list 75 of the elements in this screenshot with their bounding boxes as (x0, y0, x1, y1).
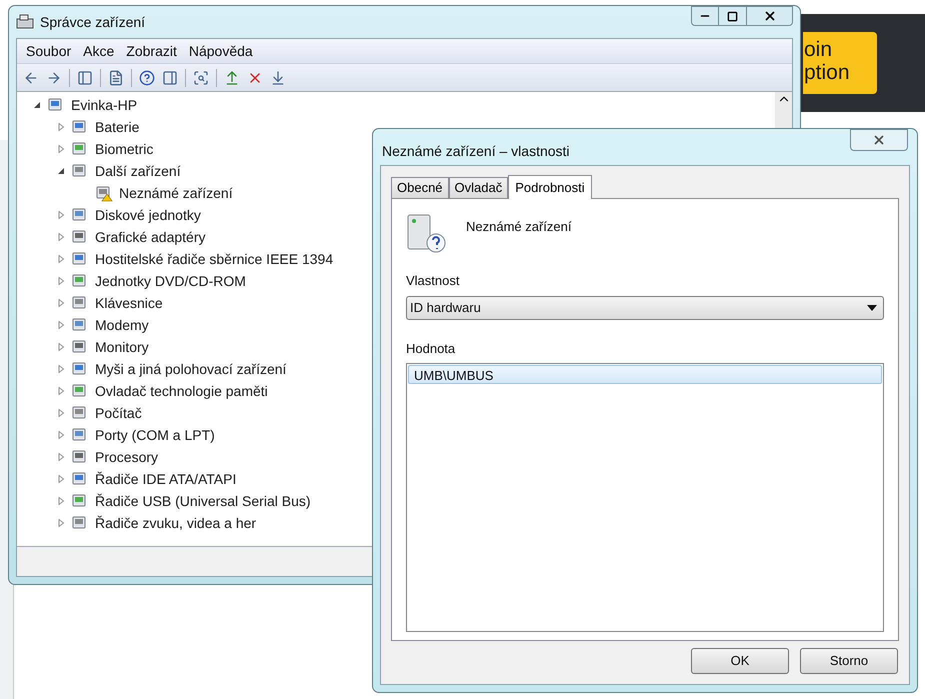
collapsed-triangle-icon[interactable] (57, 453, 65, 461)
tree-item[interactable]: Řadiče IDE ATA/ATAPI (95, 468, 236, 490)
ad-text: ption (804, 61, 851, 84)
close-button[interactable] (747, 6, 793, 26)
maximize-icon (727, 10, 738, 22)
window-title: Správce zařízení (40, 12, 146, 32)
tab[interactable]: Ovladač (448, 177, 508, 198)
device-warning-icon (95, 184, 113, 202)
scan-icon[interactable] (193, 70, 209, 86)
panel-icon[interactable] (162, 70, 178, 86)
tree-item[interactable]: Myši a jiná polohovací zařízení (95, 358, 286, 380)
tree-item[interactable]: Evinka-HP (71, 94, 138, 116)
collapsed-triangle-icon[interactable] (57, 211, 65, 219)
tree-item[interactable]: Porty (COM a LPT) (95, 424, 215, 446)
value-item[interactable]: UMB\UMBUS (408, 365, 882, 384)
collapsed-triangle-icon[interactable] (57, 475, 65, 483)
help-icon[interactable] (139, 70, 155, 86)
expanded-triangle-icon[interactable] (33, 101, 41, 109)
computer-icon (16, 14, 34, 30)
collapsed-triangle-icon[interactable] (57, 497, 65, 505)
tree-item[interactable]: Další zařízení (95, 160, 181, 182)
tree-item[interactable]: Baterie (95, 116, 140, 138)
tree-item[interactable]: Neznámé zařízení (119, 182, 233, 204)
tree-item[interactable]: Počítač (95, 402, 142, 424)
collapsed-triangle-icon[interactable] (57, 321, 65, 329)
tree-item[interactable]: Biometric (95, 138, 154, 160)
value-label: Hodnota (406, 340, 456, 358)
collapsed-triangle-icon[interactable] (57, 123, 65, 131)
up-arrow-icon[interactable] (224, 70, 240, 86)
tree-item[interactable]: Řadiče zvuku, videa a her (95, 512, 256, 534)
close-icon (872, 133, 886, 147)
close-icon (762, 9, 776, 23)
menu-item[interactable]: Zobrazit (120, 40, 183, 62)
property-dropdown[interactable]: ID hardwaru (406, 296, 884, 320)
tree-item[interactable]: Grafické adaptéry (95, 226, 206, 248)
collapsed-triangle-icon[interactable] (57, 519, 65, 527)
minimize-button[interactable] (691, 6, 719, 26)
cancel-button[interactable]: Storno (800, 648, 898, 674)
tree-item[interactable]: Jednotky DVD/CD-ROM (95, 270, 246, 292)
collapsed-triangle-icon[interactable] (57, 255, 65, 263)
collapsed-triangle-icon[interactable] (57, 409, 65, 417)
tab[interactable]: Obecné (391, 177, 449, 198)
dialog-title: Neznámé zařízení – vlastnosti (382, 142, 570, 161)
tree-item[interactable]: Diskové jednotky (95, 204, 201, 226)
ok-button[interactable]: OK (691, 648, 789, 674)
collapsed-triangle-icon[interactable] (57, 387, 65, 395)
ad-button[interactable]: oin ption (803, 32, 877, 94)
property-label: Vlastnost (406, 272, 460, 290)
ad-text: oin (804, 38, 834, 61)
tree-item[interactable]: Monitory (95, 336, 149, 358)
menu-item[interactable]: Akce (77, 40, 120, 62)
collapsed-triangle-icon[interactable] (57, 233, 65, 241)
dropdown-arrow-icon (867, 304, 877, 310)
collapsed-triangle-icon[interactable] (57, 299, 65, 307)
collapsed-triangle-icon[interactable] (57, 365, 65, 373)
tree-item[interactable]: Hostitelské řadiče sběrnice IEEE 1394 (95, 248, 334, 270)
collapsed-triangle-icon[interactable] (57, 145, 65, 153)
tree-item[interactable]: Modemy (95, 314, 149, 336)
collapsed-triangle-icon[interactable] (57, 277, 65, 285)
device-name: Neznámé zařízení (466, 218, 572, 236)
expanded-triangle-icon[interactable] (57, 167, 65, 175)
unknown-device-icon (406, 213, 448, 253)
document-icon[interactable] (108, 70, 124, 86)
menu-item[interactable]: Soubor (20, 40, 78, 62)
panel-icon[interactable] (77, 70, 93, 86)
tab[interactable]: Podrobnosti (508, 175, 592, 199)
down-arrow-icon[interactable] (270, 70, 286, 86)
tree-item[interactable]: Ovladač technologie paměti (95, 380, 268, 402)
tree-item[interactable]: Řadiče USB (Universal Serial Bus) (95, 490, 311, 512)
tree-item[interactable]: Procesory (95, 446, 158, 468)
menu-item[interactable]: Nápověda (182, 40, 259, 62)
collapsed-triangle-icon[interactable] (57, 431, 65, 439)
maximize-button[interactable] (719, 6, 747, 26)
collapsed-triangle-icon[interactable] (57, 343, 65, 351)
tree-item[interactable]: Klávesnice (95, 292, 163, 314)
